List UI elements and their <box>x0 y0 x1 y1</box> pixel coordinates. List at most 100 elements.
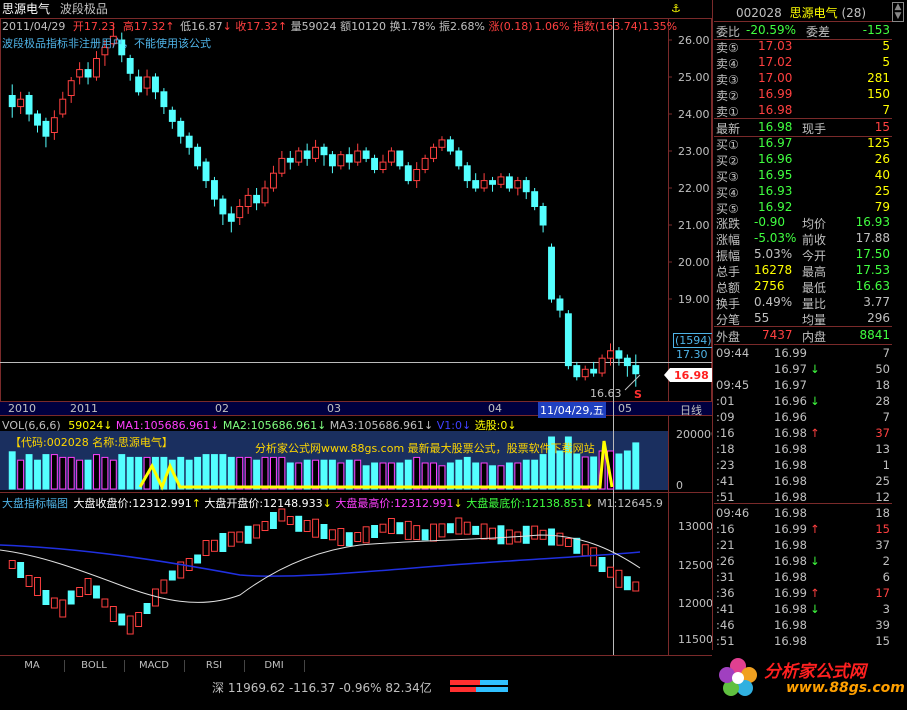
volume-bar <box>101 456 109 490</box>
index-bar <box>8 560 16 569</box>
volume-bar <box>354 459 362 490</box>
candle-body <box>126 58 134 74</box>
index-bar <box>219 533 227 552</box>
index-bar <box>93 585 100 599</box>
outer-value: 7437 <box>762 328 793 342</box>
anchor-icon[interactable]: ⚓ <box>671 2 681 15</box>
tab-macd[interactable]: MACD <box>124 660 185 672</box>
tick-time: 09:46 <box>716 506 750 520</box>
tab-rsi[interactable]: RSI <box>184 660 245 672</box>
volume-bar <box>109 459 117 490</box>
candle-body <box>556 298 564 311</box>
stat-row: 涨幅 -5.03% 前收 17.88 <box>714 230 892 247</box>
vol-ma3: MA3:105686.961 <box>329 419 425 432</box>
candle-body <box>236 206 244 219</box>
volume-bar <box>76 459 84 490</box>
candle-body <box>505 176 513 189</box>
stat-value: 17.88 <box>855 231 890 245</box>
tick-time: :09 <box>716 410 735 424</box>
ask-row: 卖⑤ 17.03 5 <box>714 38 892 55</box>
stat-value: 296 <box>867 311 890 325</box>
tab-boll[interactable]: BOLL <box>64 660 125 672</box>
vol-pick: 选股:0 <box>474 419 508 432</box>
tick-vol: 25 <box>875 474 890 488</box>
bid-price: 16.97 <box>758 136 793 150</box>
tab-ma[interactable]: MA <box>0 660 65 672</box>
candle-body <box>514 180 522 189</box>
volume-bar <box>34 459 41 490</box>
tick-price: 16.98 <box>774 474 807 488</box>
scroll-arrows[interactable]: ▲ ▼ <box>892 2 904 22</box>
tick-row: :01 16.96 ↓ 28 <box>714 393 892 409</box>
tick-price: 16.98 <box>774 538 807 552</box>
tab-dmi[interactable]: DMI <box>244 660 305 672</box>
candle-body <box>59 98 67 115</box>
candle-body <box>177 120 185 137</box>
formula-warning: 波段极品指标非注册用户，不能使用该公式 <box>2 37 211 50</box>
logo-url: www.88gs.com <box>786 680 905 696</box>
bid-vol: 40 <box>874 168 890 182</box>
period-label[interactable]: 日线 <box>680 402 702 418</box>
index-bars-group <box>8 508 640 635</box>
candle-body <box>160 91 168 108</box>
volume-bar <box>514 462 522 490</box>
candle-body <box>168 109 176 122</box>
candle-body <box>211 180 218 200</box>
index-title: 大盘指标幅图 <box>2 497 68 510</box>
bid-vol: 25 <box>874 184 890 198</box>
candle-body <box>396 150 404 167</box>
vol-v1: V1:0 <box>436 419 462 432</box>
stat-label: 分笔 <box>716 313 741 327</box>
cursor-price-label: 17.30 <box>676 348 708 361</box>
candle-body <box>404 165 412 182</box>
index-bar <box>118 613 126 626</box>
tick-arrow: ↓ <box>810 554 820 568</box>
tick-row: 09:45 16.97 18 <box>714 377 892 393</box>
tick-vol: 37 <box>875 538 890 552</box>
tick-time: :16 <box>716 522 735 536</box>
formula-name: 波段极品 <box>59 2 108 16</box>
index-bar <box>362 526 370 544</box>
candle-body <box>261 187 269 204</box>
index-bar <box>564 538 572 547</box>
tick-vol: 18 <box>875 506 890 520</box>
volume-bar <box>278 456 286 490</box>
index-bar <box>632 581 640 592</box>
volume-bar <box>303 459 311 490</box>
volume-bar <box>404 459 412 490</box>
volume-bar <box>93 454 100 490</box>
tick-row: :31 16.98 6 <box>714 569 892 585</box>
candle-body <box>489 180 496 185</box>
low-value: 16.87 <box>191 20 223 33</box>
volume-bar <box>387 462 395 490</box>
amt-label: 额 <box>340 20 352 33</box>
index-bar <box>202 540 210 556</box>
bid-vol: 125 <box>867 136 890 150</box>
stat-row: 涨跌 -0.90 均价 16.93 <box>714 214 892 231</box>
date-02: 02 <box>215 402 229 415</box>
candle-body <box>320 146 328 156</box>
bid-price: 16.92 <box>758 200 793 214</box>
amt-value: 10120 <box>351 20 387 33</box>
tick-time: :01 <box>716 394 735 408</box>
volume-bar <box>295 462 303 490</box>
tick-vol: 28 <box>875 394 890 408</box>
chg-value: (0.18) <box>499 20 533 33</box>
candle-body <box>455 150 463 167</box>
candle-body <box>253 194 261 204</box>
outer-label: 外盘 <box>716 330 741 344</box>
volume-bar <box>42 454 50 490</box>
volume-bar <box>236 456 244 490</box>
main-chart[interactable] <box>0 0 712 710</box>
idx-axis-12000: 12000 <box>678 597 713 610</box>
candle-body <box>67 80 75 96</box>
tick-price: 16.98 <box>774 618 807 632</box>
volume-bar <box>253 459 261 490</box>
date-2010: 2010 <box>8 402 36 415</box>
index-bar <box>446 523 454 534</box>
index-bar <box>598 557 606 572</box>
candle-body <box>152 76 159 93</box>
bid-price: 16.95 <box>758 168 793 182</box>
index-bar <box>379 523 387 533</box>
index-low: 大盘最底价:12138.851 <box>466 497 585 510</box>
